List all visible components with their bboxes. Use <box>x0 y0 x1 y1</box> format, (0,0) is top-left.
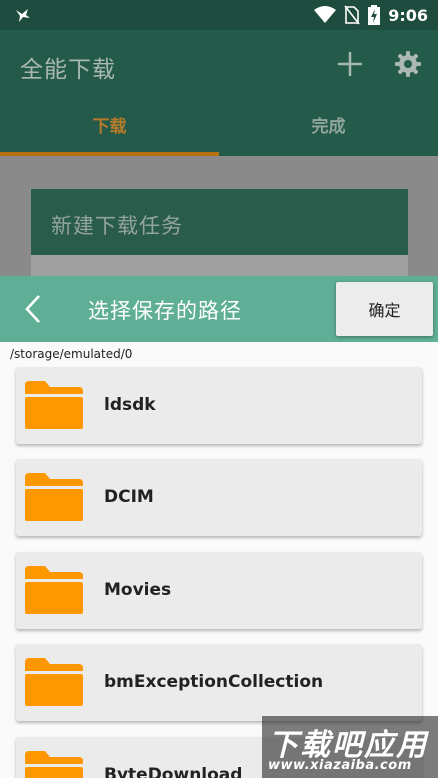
wifi-icon <box>314 6 337 23</box>
folder-name: Movies <box>104 580 172 600</box>
dialog-body: /storage/emulated/0 ldsdk DCIM Movies bm… <box>0 342 438 778</box>
new-task-label: 新建下载任务 <box>51 214 183 238</box>
status-icons: 9:06 <box>314 4 428 26</box>
status-time: 9:06 <box>388 5 428 25</box>
background-card <box>31 255 408 276</box>
folder-icon <box>25 566 83 614</box>
tab-download[interactable]: 下载 <box>0 112 219 152</box>
app-bar: 全能下载 下载 完成 <box>0 30 438 156</box>
battery-charging-icon <box>368 5 381 25</box>
folder-item[interactable]: ldsdk <box>16 367 422 444</box>
app-title: 全能下载 <box>20 57 116 83</box>
gear-icon[interactable] <box>394 50 422 78</box>
folder-item[interactable]: DCIM <box>16 459 422 536</box>
tab-completed[interactable]: 完成 <box>219 112 438 152</box>
chevron-left-icon[interactable] <box>18 292 50 326</box>
folder-name: bmExceptionCollection <box>104 672 324 692</box>
status-bar: 9:06 <box>0 0 438 30</box>
folder-item[interactable]: bmExceptionCollection <box>16 644 422 721</box>
plus-icon[interactable] <box>336 50 364 78</box>
confirm-button[interactable]: 确定 <box>336 282 433 336</box>
folder-icon <box>25 658 83 706</box>
watermark-url: www.xiazaiba.com <box>268 758 412 773</box>
folder-icon <box>25 473 83 521</box>
folder-name: ByteDownload <box>104 765 243 778</box>
folder-icon <box>25 381 83 429</box>
notification-bird-icon <box>16 9 30 22</box>
folder-icon <box>25 751 83 778</box>
current-path: /storage/emulated/0 <box>10 347 133 361</box>
new-task-card: 新建下载任务 <box>31 189 408 255</box>
folder-name: ldsdk <box>104 395 156 415</box>
dialog-title: 选择保存的路径 <box>88 299 242 323</box>
folder-item[interactable]: Movies <box>16 552 422 629</box>
watermark: 下载吧应用 www.xiazaiba.com <box>262 716 438 778</box>
folder-name: DCIM <box>104 487 154 507</box>
dialog-header: 选择保存的路径 确定 <box>0 276 438 342</box>
no-sim-icon <box>344 5 360 25</box>
screen: 9:06 全能下载 下载 完成 新建下载任务 选择保存的路径 确定 /stora… <box>0 0 438 778</box>
